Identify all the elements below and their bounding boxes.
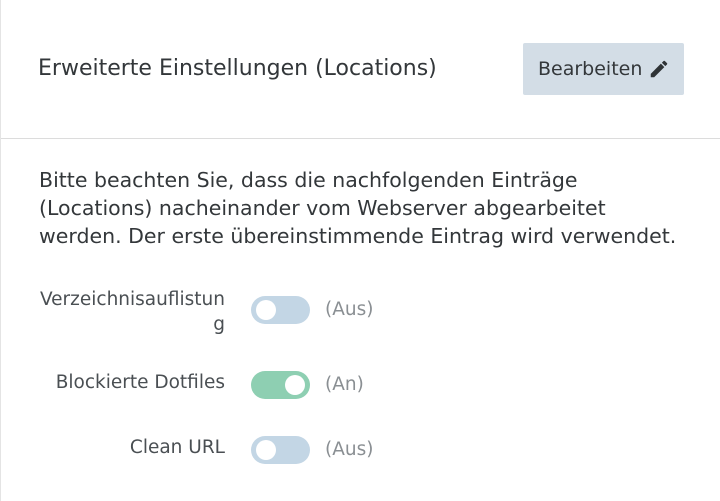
panel-title: Erweiterte Einstellungen (Locations) <box>38 56 437 81</box>
toggle-knob <box>256 300 276 320</box>
setting-state: (Aus) <box>325 439 374 460</box>
clean-url-toggle[interactable] <box>251 436 310 464</box>
setting-label: Blockierte Dotfiles <box>55 372 225 393</box>
edit-button-label: Bearbeiten <box>538 58 643 80</box>
setting-state: (An) <box>325 374 364 395</box>
toggle-knob <box>285 375 305 395</box>
setting-label: Verzeichnisauflistung <box>39 289 225 335</box>
panel-header: Erweiterte Einstellungen (Locations) Bea… <box>1 0 720 139</box>
locations-description: Bitte beachten Sie, dass die nachfolgend… <box>39 168 677 248</box>
pencil-icon <box>648 58 670 80</box>
settings-panel: Erweiterte Einstellungen (Locations) Bea… <box>0 0 720 501</box>
setting-label: Clean URL <box>129 437 225 458</box>
blocked-dotfiles-toggle[interactable] <box>251 371 310 399</box>
directory-listing-toggle[interactable] <box>251 296 310 324</box>
toggle-knob <box>256 440 276 460</box>
edit-button[interactable]: Bearbeiten <box>523 43 684 95</box>
setting-state: (Aus) <box>325 299 374 320</box>
